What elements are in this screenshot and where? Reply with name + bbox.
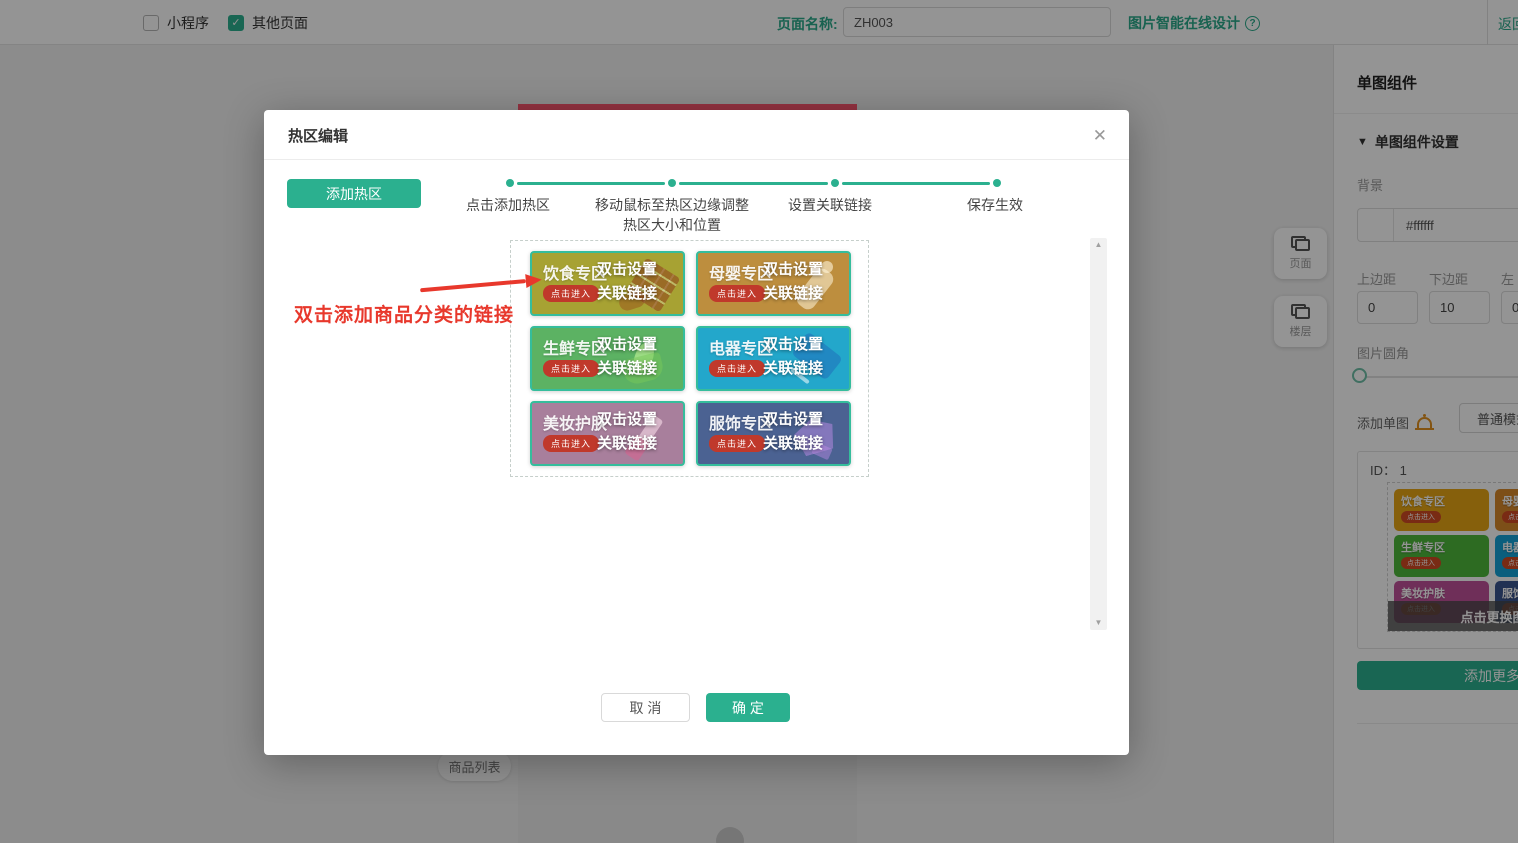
hotzone-tile-food[interactable]: 饮食专区 点击进入 双击设置 关联链接 xyxy=(530,251,685,316)
confirm-button[interactable]: 确 定 xyxy=(706,693,790,722)
tile-overlay-hint: 双击设置 关联链接 xyxy=(575,408,679,456)
modal-title: 热区编辑 xyxy=(288,125,348,146)
tile-overlay-hint: 双击设置 关联链接 xyxy=(741,408,845,456)
hotzone-tile-beauty[interactable]: 美妆护肤 点击进入 双击设置 关联链接 xyxy=(530,401,685,466)
cancel-button[interactable]: 取 消 xyxy=(601,693,690,722)
tile-overlay-hint: 双击设置 关联链接 xyxy=(741,258,845,306)
annotation-text: 双击添加商品分类的链接 xyxy=(294,300,514,327)
hotzone-edit-modal: 热区编辑 ✕ 添加热区 点击添加热区 移动鼠标至热区边缘调整热区大小和位置 设置… xyxy=(264,110,1129,755)
step-segment xyxy=(842,182,990,185)
modal-header: 热区编辑 ✕ xyxy=(264,110,1129,160)
step-segment xyxy=(517,182,665,185)
hotzone-tile-electronics[interactable]: 电器专区 点击进入 双击设置 关联链接 xyxy=(696,326,851,391)
scroll-down-icon[interactable]: ▼ xyxy=(1095,619,1103,627)
step-segment xyxy=(679,182,827,185)
close-icon[interactable]: ✕ xyxy=(1089,122,1111,150)
hotzone-tile-baby[interactable]: 母婴专区 点击进入 双击设置 关联链接 xyxy=(696,251,851,316)
hotzone-tile-fresh[interactable]: 生鲜专区 点击进入 双击设置 关联链接 xyxy=(530,326,685,391)
add-hotzone-button[interactable]: 添加热区 xyxy=(287,179,421,208)
step-dot xyxy=(506,179,514,187)
modal-scrollbar[interactable]: ▲ ▼ xyxy=(1090,238,1107,630)
step-dot xyxy=(831,179,839,187)
step-dot xyxy=(993,179,1001,187)
tile-overlay-hint: 双击设置 关联链接 xyxy=(575,333,679,381)
stepper xyxy=(506,179,1001,187)
step-label-2: 移动鼠标至热区边缘调整热区大小和位置 xyxy=(595,195,750,235)
scroll-up-icon[interactable]: ▲ xyxy=(1095,241,1103,249)
tile-grid: 饮食专区 点击进入 双击设置 关联链接 母婴专区 点击进入 双击设置 关联链接 … xyxy=(530,251,849,466)
tile-overlay-hint: 双击设置 关联链接 xyxy=(575,258,679,306)
step-dot xyxy=(668,179,676,187)
step-label-1: 点击添加热区 xyxy=(466,195,550,215)
step-label-4: 保存生效 xyxy=(967,195,1023,215)
tile-overlay-hint: 双击设置 关联链接 xyxy=(741,333,845,381)
step-label-3: 设置关联链接 xyxy=(788,195,872,215)
hotzone-image-area: 饮食专区 点击进入 双击设置 关联链接 母婴专区 点击进入 双击设置 关联链接 … xyxy=(510,240,869,477)
hotzone-tile-clothing[interactable]: 服饰专区 点击进入 双击设置 关联链接 xyxy=(696,401,851,466)
